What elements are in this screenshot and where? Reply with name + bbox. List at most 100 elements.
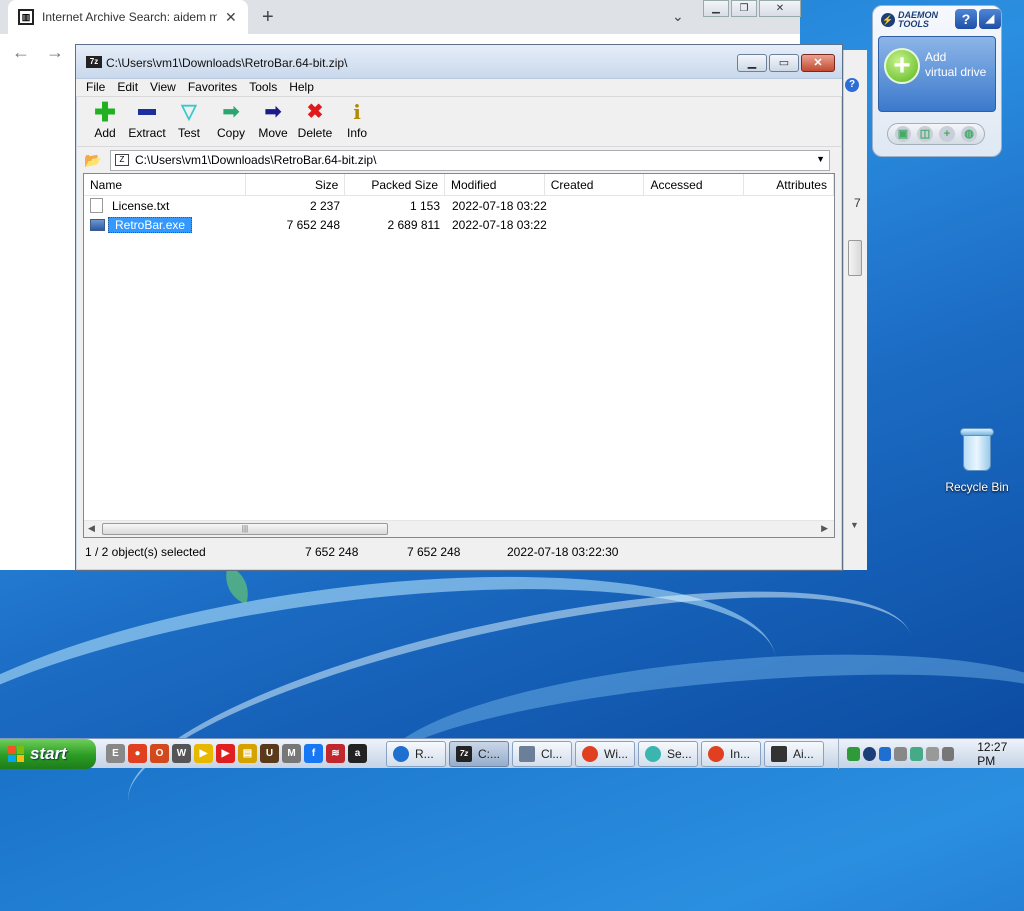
chrome-icon[interactable]: ●	[128, 744, 147, 763]
daemon-tools-gadget: ⚡ DAEMON TOOLS ? ◢ + Add virtual drive ▣ ◫…	[872, 5, 1002, 157]
vertical-scrollbar-thumb[interactable]	[848, 240, 862, 276]
task-button-cl[interactable]: Cl...	[512, 741, 572, 767]
menu-help[interactable]: Help	[283, 79, 320, 96]
ups-icon[interactable]: U	[260, 744, 279, 763]
browser-close-button[interactable]: ✕	[759, 0, 801, 17]
back-arrow-icon[interactable]: ←	[12, 42, 30, 63]
browser-minimize-button[interactable]: ▁	[703, 0, 729, 17]
test-label: Test	[177, 126, 200, 140]
tray-app-icon[interactable]	[894, 747, 907, 761]
delete-button[interactable]: ✖ Delete	[294, 97, 336, 146]
up-folder-icon[interactable]: 📂	[82, 150, 104, 170]
path-combobox[interactable]: Z C:\Users\vm1\Downloads\RetroBar.64-bit…	[110, 149, 830, 171]
youtube-icon[interactable]: ▶	[216, 744, 235, 763]
media-player-icon[interactable]: ▶	[194, 744, 213, 763]
tray-app-icon[interactable]	[847, 747, 860, 761]
scroll-right-arrow-icon[interactable]: ▶	[821, 523, 828, 534]
network-icon[interactable]	[925, 747, 939, 761]
window-title: C:\Users\vm1\Downloads\RetroBar.64-bit.z…	[106, 56, 348, 70]
browser-tab-title: Internet Archive Search: aidem m	[42, 10, 217, 24]
tray-app-icon[interactable]	[878, 747, 892, 761]
column-name[interactable]: Name	[84, 174, 246, 195]
menu-edit[interactable]: Edit	[111, 79, 144, 96]
start-button[interactable]: start	[0, 739, 96, 769]
tab-close-icon[interactable]: ✕	[225, 9, 237, 26]
recycle-bin[interactable]: Recycle Bin	[938, 428, 1016, 494]
windows-flag-icon	[8, 746, 24, 762]
zip-archive-icon: Z	[115, 154, 129, 166]
horizontal-scrollbar[interactable]: ◀ ||| ▶	[84, 520, 834, 537]
horizontal-scrollbar-thumb[interactable]: |||	[102, 523, 388, 535]
info-label: Info	[346, 126, 367, 140]
volume-icon[interactable]	[941, 747, 955, 761]
status-selection: 1 / 2 object(s) selected	[85, 545, 206, 559]
mount-image-icon[interactable]: ▣	[895, 126, 911, 142]
add-drive-icon[interactable]: +	[939, 126, 955, 142]
amazon-icon[interactable]: a	[348, 744, 367, 763]
task-button-7zip[interactable]: 7z C:...	[449, 741, 509, 767]
add-button[interactable]: ✚ Add	[84, 97, 126, 146]
task-button-ai[interactable]: Ai...	[764, 741, 824, 767]
extract-button[interactable]: Extract	[126, 97, 168, 146]
task-button-chrome-wi[interactable]: Wi...	[575, 741, 635, 767]
info-button[interactable]: i Info	[336, 97, 378, 146]
chrome-icon	[582, 746, 598, 762]
table-row-selected[interactable]: RetroBar.exe 7 652 248 2 689 811 2022-07…	[84, 215, 834, 234]
tray-app-icon[interactable]	[910, 747, 923, 761]
table-row[interactable]: License.txt 2 237 1 153 2022-07-18 03:22	[84, 196, 834, 215]
forward-arrow-icon[interactable]: →	[46, 42, 64, 63]
column-packed-size[interactable]: Packed Size	[345, 174, 446, 195]
folder-icon[interactable]: ▤	[238, 744, 257, 763]
column-created[interactable]: Created	[545, 174, 645, 195]
lock-drive-icon[interactable]: ◍	[961, 126, 977, 142]
7zip-window: 7z C:\Users\vm1\Downloads\RetroBar.64-bi…	[75, 44, 843, 571]
file-size: 7 652 248	[286, 217, 340, 232]
clock[interactable]: 12:27 PM	[977, 740, 1024, 768]
new-tab-button[interactable]: +	[262, 6, 274, 29]
help-button[interactable]: ?	[955, 9, 977, 29]
maximize-button[interactable]: ▭	[769, 54, 799, 72]
scroll-left-arrow-icon[interactable]: ◀	[88, 523, 95, 534]
task-button-edge[interactable]: R...	[386, 741, 446, 767]
wikipedia-icon[interactable]: W	[172, 744, 191, 763]
system-tray: 12:27 PM	[838, 739, 1024, 769]
close-button[interactable]: ✕	[801, 54, 835, 72]
toolbar: ✚ Add Extract ▽ Test ➡ Copy ➡ Move ✖ Del…	[76, 97, 842, 147]
bank-icon[interactable]: ≋	[326, 744, 345, 763]
tab-search-chevron-icon[interactable]: ⌄	[672, 8, 684, 25]
image-catalog-icon[interactable]: ◫	[917, 126, 933, 142]
file-list[interactable]: Name Size Packed Size Modified Created A…	[83, 173, 835, 538]
test-button[interactable]: ▽ Test	[168, 97, 210, 146]
browser-tab[interactable]: ▥ Internet Archive Search: aidem m ✕	[8, 0, 248, 34]
column-attributes[interactable]: Attributes	[744, 174, 834, 195]
7zip-title-bar[interactable]: 7z C:\Users\vm1\Downloads\RetroBar.64-bi…	[76, 45, 842, 79]
chevron-down-icon[interactable]: ▼	[816, 154, 825, 164]
task-label: In...	[730, 747, 751, 761]
quick-launch: E ● O W ▶ ▶ ▤ U M f ≋ a	[106, 744, 367, 763]
help-icon[interactable]: ?	[845, 78, 859, 92]
minimize-button[interactable]: ▁	[737, 54, 767, 72]
task-button-chrome-in[interactable]: In...	[701, 741, 761, 767]
column-size[interactable]: Size	[246, 174, 346, 195]
daemon-brand-text: DAEMON TOOLS	[898, 10, 938, 29]
add-virtual-drive-button[interactable]: + Add virtual drive	[878, 36, 996, 112]
daemon-brand: ⚡ DAEMON TOOLS	[881, 11, 938, 29]
column-accessed[interactable]: Accessed	[644, 174, 745, 195]
scroll-down-arrow-icon[interactable]: ▼	[850, 520, 859, 530]
menu-view[interactable]: View	[144, 79, 182, 96]
menu-file[interactable]: File	[80, 79, 111, 96]
facebook-icon[interactable]: f	[304, 744, 323, 763]
daemon-tray-icon[interactable]	[862, 747, 876, 761]
quicklaunch-app-icon[interactable]: E	[106, 744, 125, 763]
task-button-se[interactable]: Se...	[638, 741, 698, 767]
menu-favorites[interactable]: Favorites	[182, 79, 243, 96]
move-button[interactable]: ➡ Move	[252, 97, 294, 146]
status-packed: 7 652 248	[407, 545, 461, 559]
office-icon[interactable]: O	[150, 744, 169, 763]
rss-icon[interactable]: ◢	[979, 9, 1001, 29]
browser-maximize-button[interactable]: ❐	[731, 0, 757, 17]
mail-icon[interactable]: M	[282, 744, 301, 763]
column-modified[interactable]: Modified	[445, 174, 545, 195]
copy-button[interactable]: ➡ Copy	[210, 97, 252, 146]
menu-tools[interactable]: Tools	[243, 79, 283, 96]
